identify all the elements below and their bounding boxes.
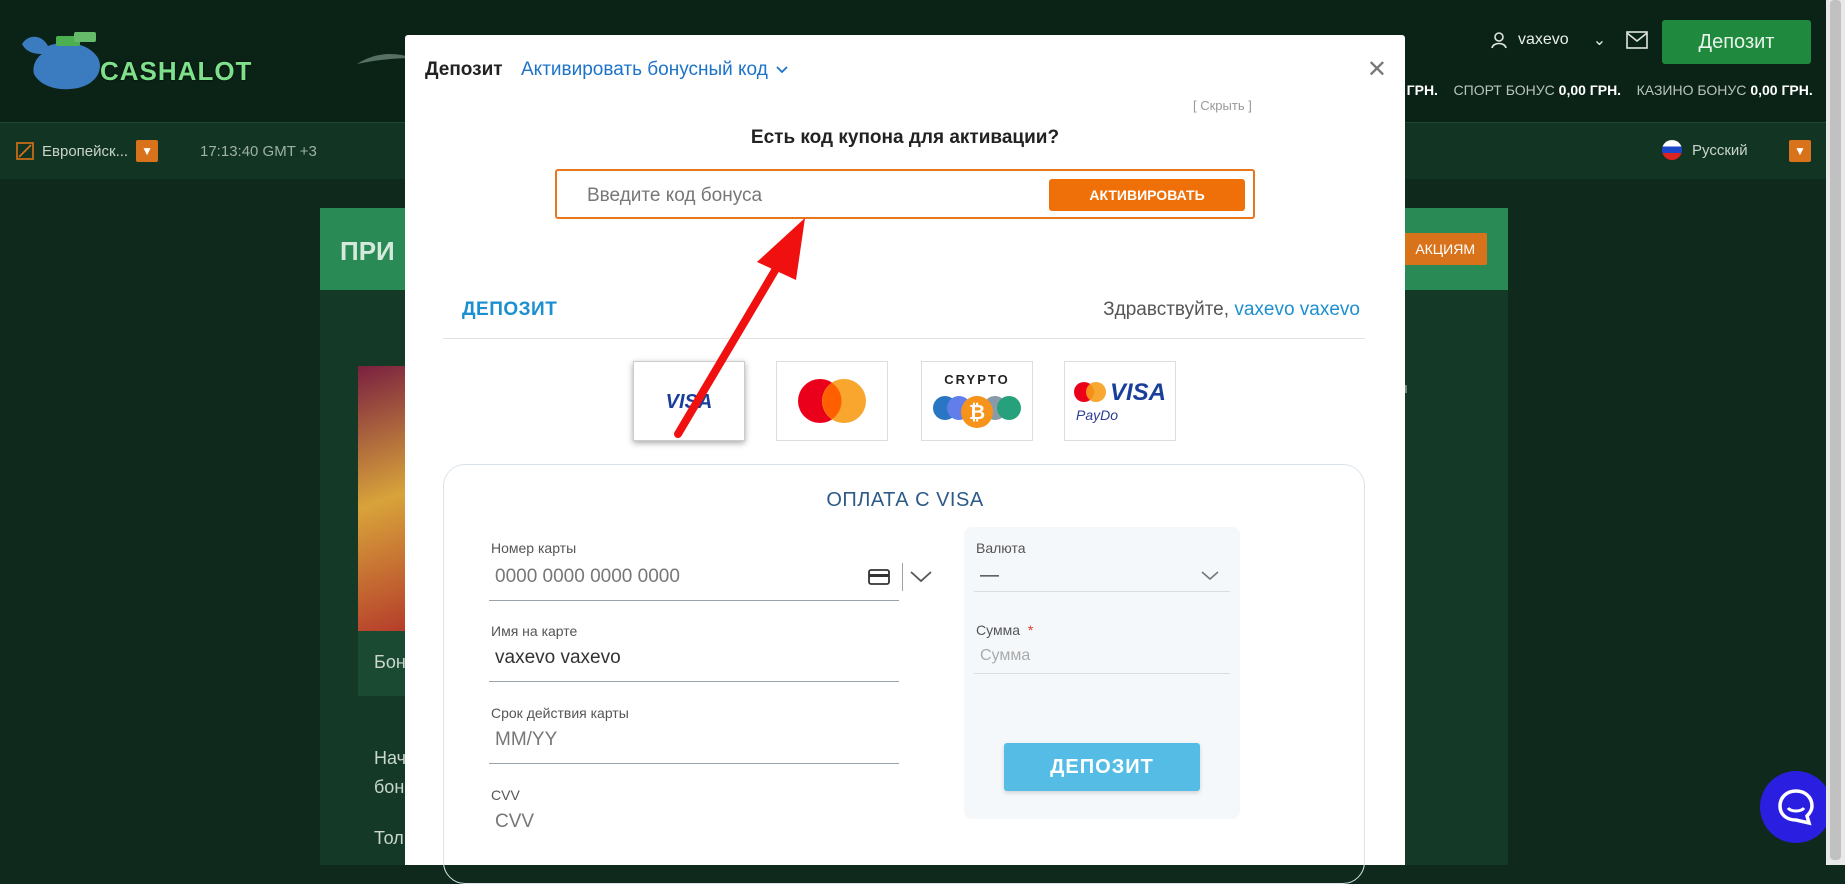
coupon-form: АКТИВИРОВАТЬ — [555, 169, 1255, 219]
currency-label: Валюта — [976, 540, 1026, 556]
modal-title: Депозит — [425, 59, 503, 80]
username: vaxevo — [1518, 31, 1569, 48]
sport-bonus-label: СПОРТ БОНУС — [1453, 82, 1555, 98]
casino-bonus-value: 0,00 ГРН. — [1750, 82, 1813, 98]
chevron-down-icon — [776, 66, 788, 74]
currency-select[interactable]: — — [980, 565, 999, 587]
svg-text:PayDo: PayDo — [1076, 407, 1118, 423]
bonus-code-toggle-label: Активировать бонусный код — [521, 59, 768, 80]
coupon-question: Есть код купона для активации? — [750, 127, 1060, 148]
close-icon[interactable]: ✕ — [1367, 55, 1387, 84]
chevron-down-icon: ⌄ — [1592, 32, 1607, 49]
promo-card-text: Бон — [374, 652, 406, 672]
header-deposit-button[interactable]: Депозит — [1662, 20, 1811, 64]
required-marker: * — [1027, 622, 1034, 638]
amount-panel: Валюта — Сумма * Сумма ДЕПОЗИТ — [964, 527, 1240, 819]
cvv-input[interactable]: CVV — [495, 811, 534, 833]
expiry-label: Срок действия карты — [491, 705, 629, 721]
mastercard-logo-icon — [798, 379, 866, 423]
card-type-chevron-icon[interactable] — [910, 571, 932, 583]
payment-title: ОПЛАТА С VISA — [826, 489, 984, 511]
language-label: Русский — [1692, 141, 1748, 159]
card-number-input[interactable]: 0000 0000 0000 0000 — [495, 566, 680, 588]
mail-icon[interactable] — [1626, 31, 1648, 49]
balances: 0 ГРН. СПОРТ БОНУС 0,00 ГРН. КАЗИНО БОНУ… — [1395, 82, 1813, 98]
deposit-modal: Депозит Активировать бонусный код ✕ [ Ск… — [405, 35, 1405, 884]
casino-bonus-label: КАЗИНО БОНУС — [1636, 82, 1747, 98]
svg-text:VISA: VISA — [666, 391, 713, 412]
svg-text:₿: ₿ — [969, 402, 985, 424]
bonus-code-input[interactable] — [585, 183, 1009, 209]
language-selector[interactable]: Русский — [1662, 140, 1748, 160]
language-chevron-icon[interactable]: ▼ — [1789, 140, 1811, 162]
bonus-code-toggle[interactable]: Активировать бонусный код — [521, 59, 788, 81]
amount-input[interactable]: Сумма — [980, 647, 1030, 665]
odds-format-label: Европейск... — [42, 142, 129, 160]
amount-label-text: Сумма — [976, 622, 1020, 638]
visa-paydo-logo-icon: VISA PayDo — [1074, 379, 1166, 423]
hide-link[interactable]: [ Скрыть ] — [1193, 98, 1252, 113]
greeting-text: Здравствуйте, — [1103, 299, 1230, 320]
crypto-logo-icon: CRYPTO ₿ — [933, 372, 1021, 428]
payment-form: ОПЛАТА С VISA Номер карты 0000 0000 0000… — [443, 464, 1365, 884]
flag-ru-icon — [1662, 140, 1682, 160]
greeting-name[interactable]: vaxevo vaxevo — [1234, 299, 1360, 320]
user-menu[interactable]: vaxevo ⌄ — [1490, 30, 1648, 50]
payment-method-mastercard[interactable] — [776, 361, 888, 441]
activate-button[interactable]: АКТИВИРОВАТЬ — [1049, 179, 1245, 211]
field-divider — [902, 563, 903, 591]
amount-underline — [974, 673, 1230, 674]
promo-text-line: Нач — [374, 748, 406, 768]
logo-text: CASHALOT — [100, 56, 253, 86]
payment-method-visa[interactable]: VISA — [633, 361, 745, 441]
chevron-down-icon[interactable] — [1201, 571, 1219, 581]
card-name-label: Имя на карте — [491, 623, 578, 639]
card-name-input[interactable]: vaxevo vaxevo — [495, 647, 621, 669]
user-icon — [1491, 32, 1507, 49]
card-number-underline — [489, 600, 899, 601]
visa-logo-icon: VISA — [666, 391, 713, 412]
promo-title: ПРИ — [340, 236, 395, 266]
sport-bonus-value: 0,00 ГРН. — [1558, 82, 1622, 98]
expiry-input[interactable]: MM/YY — [495, 729, 557, 751]
all-promos-button[interactable]: АКЦИЯМ — [1392, 233, 1487, 265]
chat-button[interactable] — [1760, 771, 1832, 843]
card-name-underline — [489, 681, 899, 682]
odds-icon — [16, 142, 34, 160]
divider — [443, 338, 1365, 339]
chat-icon — [1778, 789, 1814, 826]
promo-text-line: Тол — [374, 828, 404, 848]
deposit-submit-button[interactable]: ДЕПОЗИТ — [1004, 743, 1200, 791]
credit-card-icon — [868, 569, 890, 585]
promo-text-line: бон — [374, 777, 405, 797]
chevron-down-icon[interactable]: ▼ — [136, 140, 159, 162]
expiry-underline — [489, 763, 899, 764]
greeting: Здравствуйте, vaxevo vaxevo — [1103, 299, 1360, 321]
amount-label: Сумма * — [976, 622, 1033, 638]
payment-method-paydo[interactable]: VISA PayDo — [1064, 361, 1176, 441]
odds-format-selector[interactable]: Европейск... ▼ — [16, 140, 159, 162]
tab-deposit[interactable]: ДЕПОЗИТ — [462, 299, 557, 321]
scrollbar-thumb[interactable] — [1830, 0, 1841, 860]
cvv-label: CVV — [491, 787, 520, 803]
svg-text:VISA: VISA — [1110, 379, 1166, 406]
clock: 17:13:40 GMT +3 — [200, 143, 317, 160]
currency-underline — [974, 591, 1230, 592]
card-number-label: Номер карты — [491, 540, 577, 556]
svg-text:CRYPTO: CRYPTO — [944, 372, 1009, 387]
payment-method-crypto[interactable]: CRYPTO ₿ — [921, 361, 1033, 441]
